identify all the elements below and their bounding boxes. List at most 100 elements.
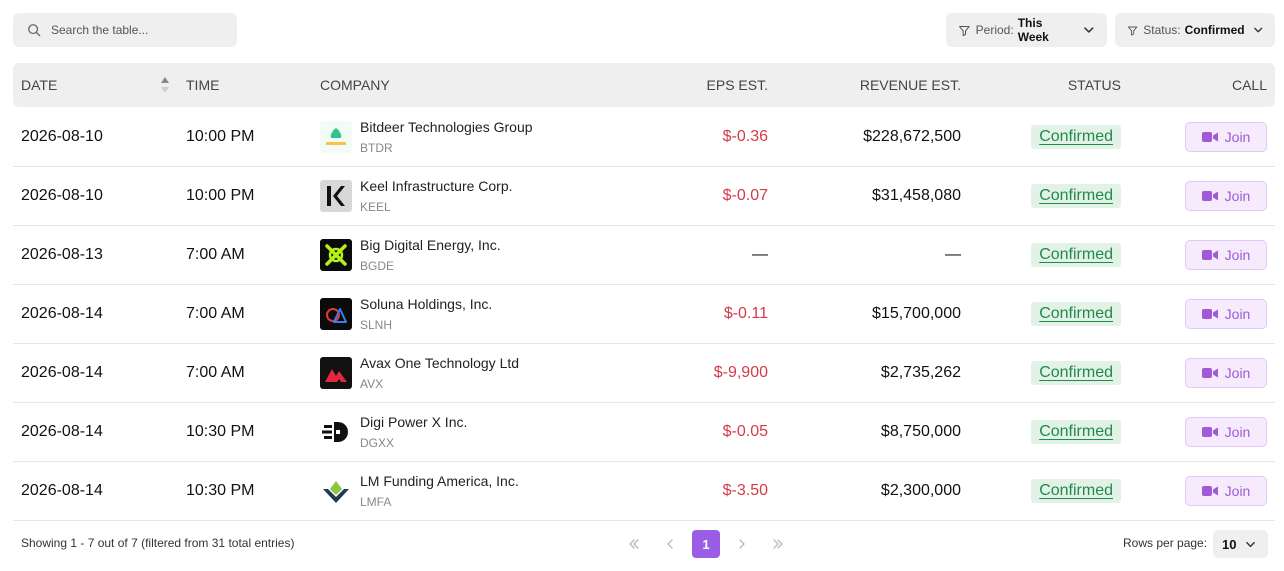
- row-time: 7:00 AM: [186, 246, 245, 263]
- column-header-eps[interactable]: EPS EST.: [707, 63, 768, 107]
- company-name: Soluna Holdings, Inc.: [360, 296, 493, 312]
- join-call-label: Join: [1224, 424, 1251, 440]
- row-company[interactable]: Avax One Technology Ltd AVX: [320, 344, 519, 402]
- row-company[interactable]: Bitdeer Technologies Group BTDR: [320, 108, 533, 166]
- row-eps: $-0.11: [723, 305, 768, 322]
- join-call-label: Join: [1224, 247, 1251, 263]
- column-header-time[interactable]: TIME: [186, 63, 219, 107]
- row-eps: $-0.36: [722, 128, 768, 145]
- period-filter-value: This Week: [1017, 16, 1049, 44]
- company-ticker: BGDE: [360, 259, 395, 273]
- company-ticker: BTDR: [360, 141, 393, 155]
- row-date: 2026-08-10: [21, 128, 103, 145]
- column-header-revenue[interactable]: REVENUE EST.: [860, 63, 961, 107]
- previous-page-button[interactable]: [656, 530, 684, 558]
- video-camera-icon: [1201, 250, 1218, 260]
- row-date: 2026-08-14: [21, 305, 103, 322]
- row-revenue: $228,672,500: [863, 128, 961, 145]
- page-button-current[interactable]: 1: [692, 530, 720, 558]
- join-call-button[interactable]: Join: [1185, 122, 1267, 152]
- column-header-date[interactable]: DATE: [21, 63, 57, 107]
- status-badge: Confirmed: [1031, 243, 1121, 267]
- table-row: 2026-08-10 10:00 PM Keel Infrastructure …: [13, 167, 1275, 226]
- chevron-down-icon: [1253, 27, 1262, 33]
- row-company[interactable]: Digi Power X Inc. DGXX: [320, 403, 467, 461]
- filter-icon: [1127, 26, 1138, 36]
- status-badge: Confirmed: [1031, 479, 1121, 503]
- row-time: 7:00 AM: [186, 305, 245, 322]
- row-date: 2026-08-14: [21, 423, 103, 440]
- keel-logo: [320, 180, 352, 212]
- row-date: 2026-08-14: [21, 482, 103, 499]
- video-camera-icon: [1201, 309, 1218, 319]
- row-company[interactable]: Keel Infrastructure Corp. KEEL: [320, 167, 513, 225]
- video-camera-icon: [1201, 191, 1218, 201]
- search-box[interactable]: [13, 13, 237, 47]
- row-eps: $-3.50: [722, 482, 768, 499]
- join-call-button[interactable]: Join: [1185, 358, 1267, 388]
- bitdeer-logo: [320, 121, 352, 153]
- join-call-button[interactable]: Join: [1185, 181, 1267, 211]
- row-company[interactable]: LM Funding America, Inc. LMFA: [320, 462, 519, 520]
- status-badge: Confirmed: [1031, 361, 1121, 385]
- chevron-down-icon: [1084, 27, 1094, 33]
- rows-per-page-value: 10: [1222, 536, 1237, 552]
- join-call-label: Join: [1224, 188, 1251, 204]
- row-eps: —: [752, 246, 768, 263]
- column-header-call[interactable]: CALL: [1232, 63, 1267, 107]
- bgde-logo: [320, 239, 352, 271]
- company-name: LM Funding America, Inc.: [360, 473, 519, 489]
- company-name: Avax One Technology Ltd: [360, 355, 520, 371]
- row-company[interactable]: Soluna Holdings, Inc. SLNH: [320, 285, 492, 343]
- company-name: Big Digital Energy, Inc.: [360, 237, 501, 253]
- next-page-button[interactable]: [728, 530, 756, 558]
- chevron-down-icon: [1246, 541, 1256, 547]
- join-call-button[interactable]: Join: [1185, 417, 1267, 447]
- video-camera-icon: [1201, 427, 1218, 437]
- join-call-button[interactable]: Join: [1185, 240, 1267, 270]
- join-call-label: Join: [1224, 365, 1251, 381]
- row-eps: $-9,900: [713, 364, 768, 381]
- row-revenue: $2,735,262: [880, 364, 961, 381]
- rows-per-page-select[interactable]: 10: [1213, 530, 1268, 558]
- row-revenue: —: [945, 246, 961, 263]
- row-time: 7:00 AM: [186, 364, 245, 381]
- last-page-button[interactable]: [764, 530, 792, 558]
- join-call-label: Join: [1224, 306, 1251, 322]
- table-row: 2026-08-14 10:30 PM Digi Power X Inc. DG…: [13, 403, 1275, 462]
- row-time: 10:30 PM: [186, 423, 255, 440]
- video-camera-icon: [1201, 486, 1218, 496]
- table-row: 2026-08-14 7:00 AM Soluna Holdings, Inc.…: [13, 285, 1275, 344]
- company-name: Bitdeer Technologies Group: [360, 119, 533, 135]
- row-time: 10:30 PM: [186, 482, 255, 499]
- video-camera-icon: [1201, 132, 1218, 142]
- chevron-right-icon: [739, 539, 745, 549]
- status-badge: Confirmed: [1031, 125, 1121, 149]
- first-page-button[interactable]: [620, 530, 648, 558]
- status-filter-button[interactable]: Status: Confirmed: [1115, 13, 1275, 47]
- digipower-logo: [320, 416, 352, 448]
- row-date: 2026-08-14: [21, 364, 103, 381]
- video-camera-icon: [1201, 368, 1218, 378]
- join-call-label: Join: [1224, 129, 1251, 145]
- pagination-summary: Showing 1 - 7 out of 7 (filtered from 31…: [21, 536, 295, 550]
- period-filter-button[interactable]: Period: This Week: [946, 13, 1107, 47]
- company-ticker: KEEL: [360, 200, 391, 214]
- join-call-label: Join: [1224, 483, 1251, 499]
- chevrons-left-icon: [629, 539, 639, 549]
- period-filter-label: Period:: [975, 23, 1014, 37]
- chevrons-right-icon: [773, 539, 783, 549]
- column-header-company[interactable]: COMPANY: [320, 63, 390, 107]
- row-company[interactable]: Big Digital Energy, Inc. BGDE: [320, 226, 501, 284]
- chevron-left-icon: [667, 539, 673, 549]
- sort-icon[interactable]: [160, 76, 170, 94]
- avax-logo: [320, 357, 352, 389]
- lmfunding-logo: [320, 475, 352, 507]
- join-call-button[interactable]: Join: [1185, 476, 1267, 506]
- column-header-status[interactable]: STATUS: [1068, 63, 1121, 107]
- rows-per-page-label: Rows per page:: [1123, 536, 1208, 550]
- row-revenue: $15,700,000: [872, 305, 961, 322]
- filter-icon: [959, 25, 970, 36]
- join-call-button[interactable]: Join: [1185, 299, 1267, 329]
- search-input[interactable]: [51, 23, 221, 37]
